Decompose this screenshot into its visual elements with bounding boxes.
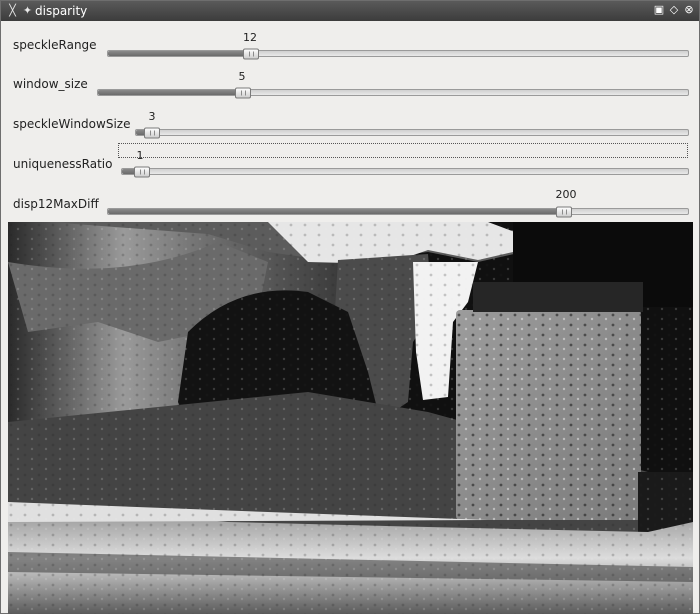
pin-icon[interactable]: ✦ — [21, 4, 34, 17]
trackbar-track[interactable] — [97, 87, 689, 99]
trackbar-handle[interactable] — [243, 48, 259, 60]
trackbar-value: 12 — [243, 31, 257, 44]
trackbar-handle[interactable] — [556, 206, 572, 218]
window-title: disparity — [35, 4, 88, 18]
trackbar-label: speckleWindowSize — [13, 117, 131, 131]
trackbar-panel: speckleRange 12 window_size 5 speckleWin… — [1, 22, 699, 219]
trackbar-fill — [98, 90, 243, 95]
focus-indicator — [118, 143, 688, 158]
trackbar-track[interactable] — [121, 166, 689, 178]
trackbar-row-speckle-window-size: speckleWindowSize 3 — [1, 100, 699, 139]
close-icon[interactable]: ⊗ — [683, 4, 695, 16]
trackbar-label: uniquenessRatio — [13, 157, 113, 171]
trackbar-track[interactable] — [135, 127, 689, 139]
trackbar-label: disp12MaxDiff — [13, 197, 99, 211]
maximize-icon[interactable]: ◇ — [668, 4, 680, 16]
trackbar-row-window-size: window_size 5 — [1, 61, 699, 100]
trackbar-label: speckleRange — [13, 38, 97, 52]
window: ╳ ✦ disparity ▣ ◇ ⊗ speckleRange 12 wind… — [0, 0, 700, 614]
trackbar-track[interactable] — [107, 206, 689, 218]
minimize-icon[interactable]: ▣ — [653, 4, 665, 16]
trackbar-track[interactable] — [107, 48, 689, 60]
trackbar-label: window_size — [13, 77, 88, 91]
trackbar-row-speckle-range: speckleRange 12 — [1, 22, 699, 61]
trackbar-fill — [108, 209, 564, 214]
trackbar-row-disp12-max-diff: disp12MaxDiff 200 — [1, 178, 699, 218]
disparity-map-image — [8, 222, 693, 614]
trackbar-value: 3 — [148, 110, 156, 123]
disparity-map-graphic — [8, 222, 693, 614]
trackbar-value: 5 — [238, 70, 246, 83]
trackbar-handle[interactable] — [144, 127, 160, 139]
trackbar-handle[interactable] — [235, 87, 251, 99]
window-menu-icon[interactable]: ╳ — [6, 4, 19, 17]
trackbar-value: 200 — [555, 188, 577, 201]
trackbar-handle[interactable] — [134, 166, 150, 178]
title-bar[interactable]: ╳ ✦ disparity ▣ ◇ ⊗ — [1, 1, 699, 21]
trackbar-fill — [108, 51, 251, 56]
